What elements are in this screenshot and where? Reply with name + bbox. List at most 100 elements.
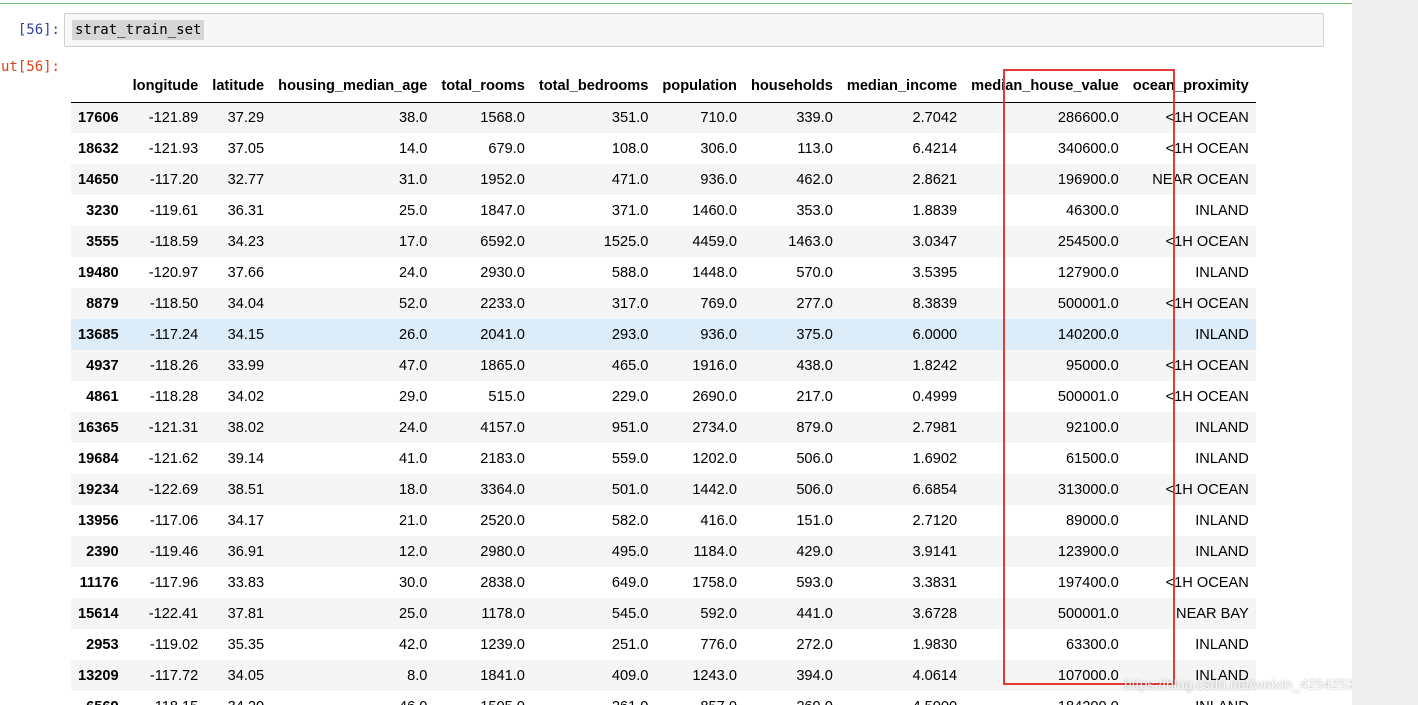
cell-housing-median-age: 8.0 [407, 667, 428, 684]
cell-households: 429.0 [796, 543, 833, 560]
table-row: 3555 -118.59 34.23 17.0 6592.0 1525.0 4459.0 14… [71, 226, 1256, 257]
cell-longitude: -120.97 [148, 264, 199, 281]
cell-population: 776.0 [700, 636, 737, 653]
cell-longitude: -119.02 [149, 636, 199, 653]
code-input-area[interactable]: strat_train_set [64, 13, 1324, 47]
cell-median-house-value: 254500.0 [1057, 233, 1119, 250]
cell-population: 936.0 [700, 326, 737, 343]
table-row: 4937 -118.26 33.99 47.0 1865.0 465.0 1916.0 438… [71, 350, 1256, 381]
cell-population: 306.0 [700, 140, 737, 157]
cell-median-income: 8.3839 [912, 295, 958, 312]
cell-population: 710.0 [700, 109, 737, 126]
cell-median-house-value: 500001.0 [1057, 388, 1119, 405]
cell-longitude: -117.20 [149, 171, 199, 188]
cell-median-income: 2.7042 [912, 109, 958, 126]
cell-households: 441.0 [796, 605, 833, 622]
output-prompt: ut[56]: [0, 59, 60, 75]
cell-median-house-value: 500001.0 [1057, 605, 1119, 622]
cell-ocean-proximity: NEAR OCEAN [1152, 171, 1249, 188]
column-header-longitude: longitude [132, 78, 199, 95]
cell-housing-median-age: 42.0 [398, 636, 428, 653]
cell-selection-border [0, 0, 1352, 4]
cell-population: 2690.0 [692, 388, 737, 405]
cell-ocean-proximity: INLAND [1195, 202, 1249, 219]
cell-total-bedrooms: 108.0 [611, 140, 649, 157]
cell-median-income: 1.9830 [912, 636, 958, 653]
cell-longitude: -117.96 [149, 574, 199, 591]
cell-latitude: 37.81 [227, 605, 265, 622]
cell-total-bedrooms: 317.0 [611, 295, 649, 312]
cell-population: 857.0 [655, 691, 744, 705]
cell-housing-median-age: 46.0 [271, 691, 434, 705]
cell-median-income: 3.0347 [912, 233, 958, 250]
cell-total-bedrooms: 582.0 [611, 512, 649, 529]
cell-total-bedrooms: 1525.0 [603, 233, 649, 250]
index-header [71, 71, 126, 102]
cell-longitude: -118.15 [126, 691, 206, 705]
cell-median-income: 1.6902 [912, 450, 958, 467]
cell-latitude: 33.99 [227, 357, 265, 374]
cell-latitude: 33.83 [227, 574, 265, 591]
row-index: 2390 [86, 543, 119, 560]
column-header-ocean-proximity: ocean_proximity [1132, 78, 1249, 95]
cell-total-bedrooms: 501.0 [611, 481, 649, 498]
cell-median-income: 2.7120 [912, 512, 958, 529]
cell-longitude: -121.62 [148, 450, 199, 467]
cell-median-income: 6.4214 [912, 140, 958, 157]
cell-households: 269.0 [744, 691, 840, 705]
table-row: 2390 -119.46 36.91 12.0 2980.0 495.0 1184.0 429… [71, 536, 1256, 567]
cell-total-rooms: 515.0 [488, 388, 525, 405]
table-row: 11176 -117.96 33.83 30.0 2838.0 649.0 1758.0 59… [71, 567, 1256, 598]
cell-total-rooms: 1865.0 [480, 357, 525, 374]
cell-population: 769.0 [700, 295, 737, 312]
cell-housing-median-age: 14.0 [398, 140, 428, 157]
cell-latitude: 34.20 [205, 691, 271, 705]
cell-total-rooms: 1239.0 [480, 636, 525, 653]
cell-households: 438.0 [796, 357, 833, 374]
cell-median-income: 0.4999 [912, 388, 958, 405]
cell-total-bedrooms: 371.0 [611, 202, 649, 219]
cell-median-income: 3.9141 [912, 543, 958, 560]
cell-housing-median-age: 25.0 [398, 202, 428, 219]
cell-longitude: -118.50 [149, 295, 199, 312]
column-header-households: households [750, 78, 833, 95]
cell-housing-median-age: 30.0 [398, 574, 428, 591]
row-index: 8879 [86, 295, 119, 312]
cell-latitude: 37.66 [227, 264, 265, 281]
cell-median-income: 1.8839 [912, 202, 958, 219]
cell-housing-median-age: 47.0 [398, 357, 428, 374]
code-text[interactable]: strat_train_set [72, 20, 205, 40]
cell-population: 592.0 [700, 605, 737, 622]
cell-households: 353.0 [796, 202, 833, 219]
row-index: 19234 [78, 481, 119, 498]
cell-total-bedrooms: 471.0 [611, 171, 649, 188]
cell-population: 1442.0 [692, 481, 737, 498]
cell-longitude: -121.31 [148, 419, 199, 436]
table-header-row: longitude latitude housing_median_age total… [71, 71, 1256, 102]
cell-longitude: -121.89 [148, 109, 199, 126]
row-index: 13685 [78, 326, 119, 343]
cell-total-rooms: 2183.0 [480, 450, 525, 467]
cell-median-income: 3.3831 [912, 574, 958, 591]
table-row: 13209 -117.72 34.05 8.0 1841.0 409.0 1243.0 394… [71, 660, 1256, 691]
cell-latitude: 34.05 [227, 667, 265, 684]
table-row: 4861 -118.28 34.02 29.0 515.0 229.0 2690.0 217.… [71, 381, 1256, 412]
row-index: 4937 [86, 357, 119, 374]
row-index: 18632 [78, 140, 119, 157]
cell-latitude: 34.17 [227, 512, 265, 529]
cell-ocean-proximity: INLAND [1195, 512, 1249, 529]
cell-households: 593.0 [796, 574, 833, 591]
cell-housing-median-age: 52.0 [398, 295, 428, 312]
cell-median-house-value: 89000.0 [1066, 512, 1119, 529]
cell-population: 936.0 [700, 171, 737, 188]
cell-housing-median-age: 38.0 [398, 109, 428, 126]
cell-ocean-proximity: <1H OCEAN [1165, 295, 1249, 312]
cell-ocean-proximity: <1H OCEAN [1165, 481, 1249, 498]
cell-median-house-value: 61500.0 [1066, 450, 1119, 467]
table-row: 13685 -117.24 34.15 26.0 2041.0 293.0 936.0 375… [71, 319, 1256, 350]
cell-total-rooms: 1178.0 [481, 605, 525, 622]
cell-latitude: 34.02 [227, 388, 265, 405]
table-row: 19684 -121.62 39.14 41.0 2183.0 559.0 1202.0 50… [71, 443, 1256, 474]
cell-ocean-proximity: INLAND [1195, 543, 1249, 560]
cell-households: 570.0 [796, 264, 833, 281]
